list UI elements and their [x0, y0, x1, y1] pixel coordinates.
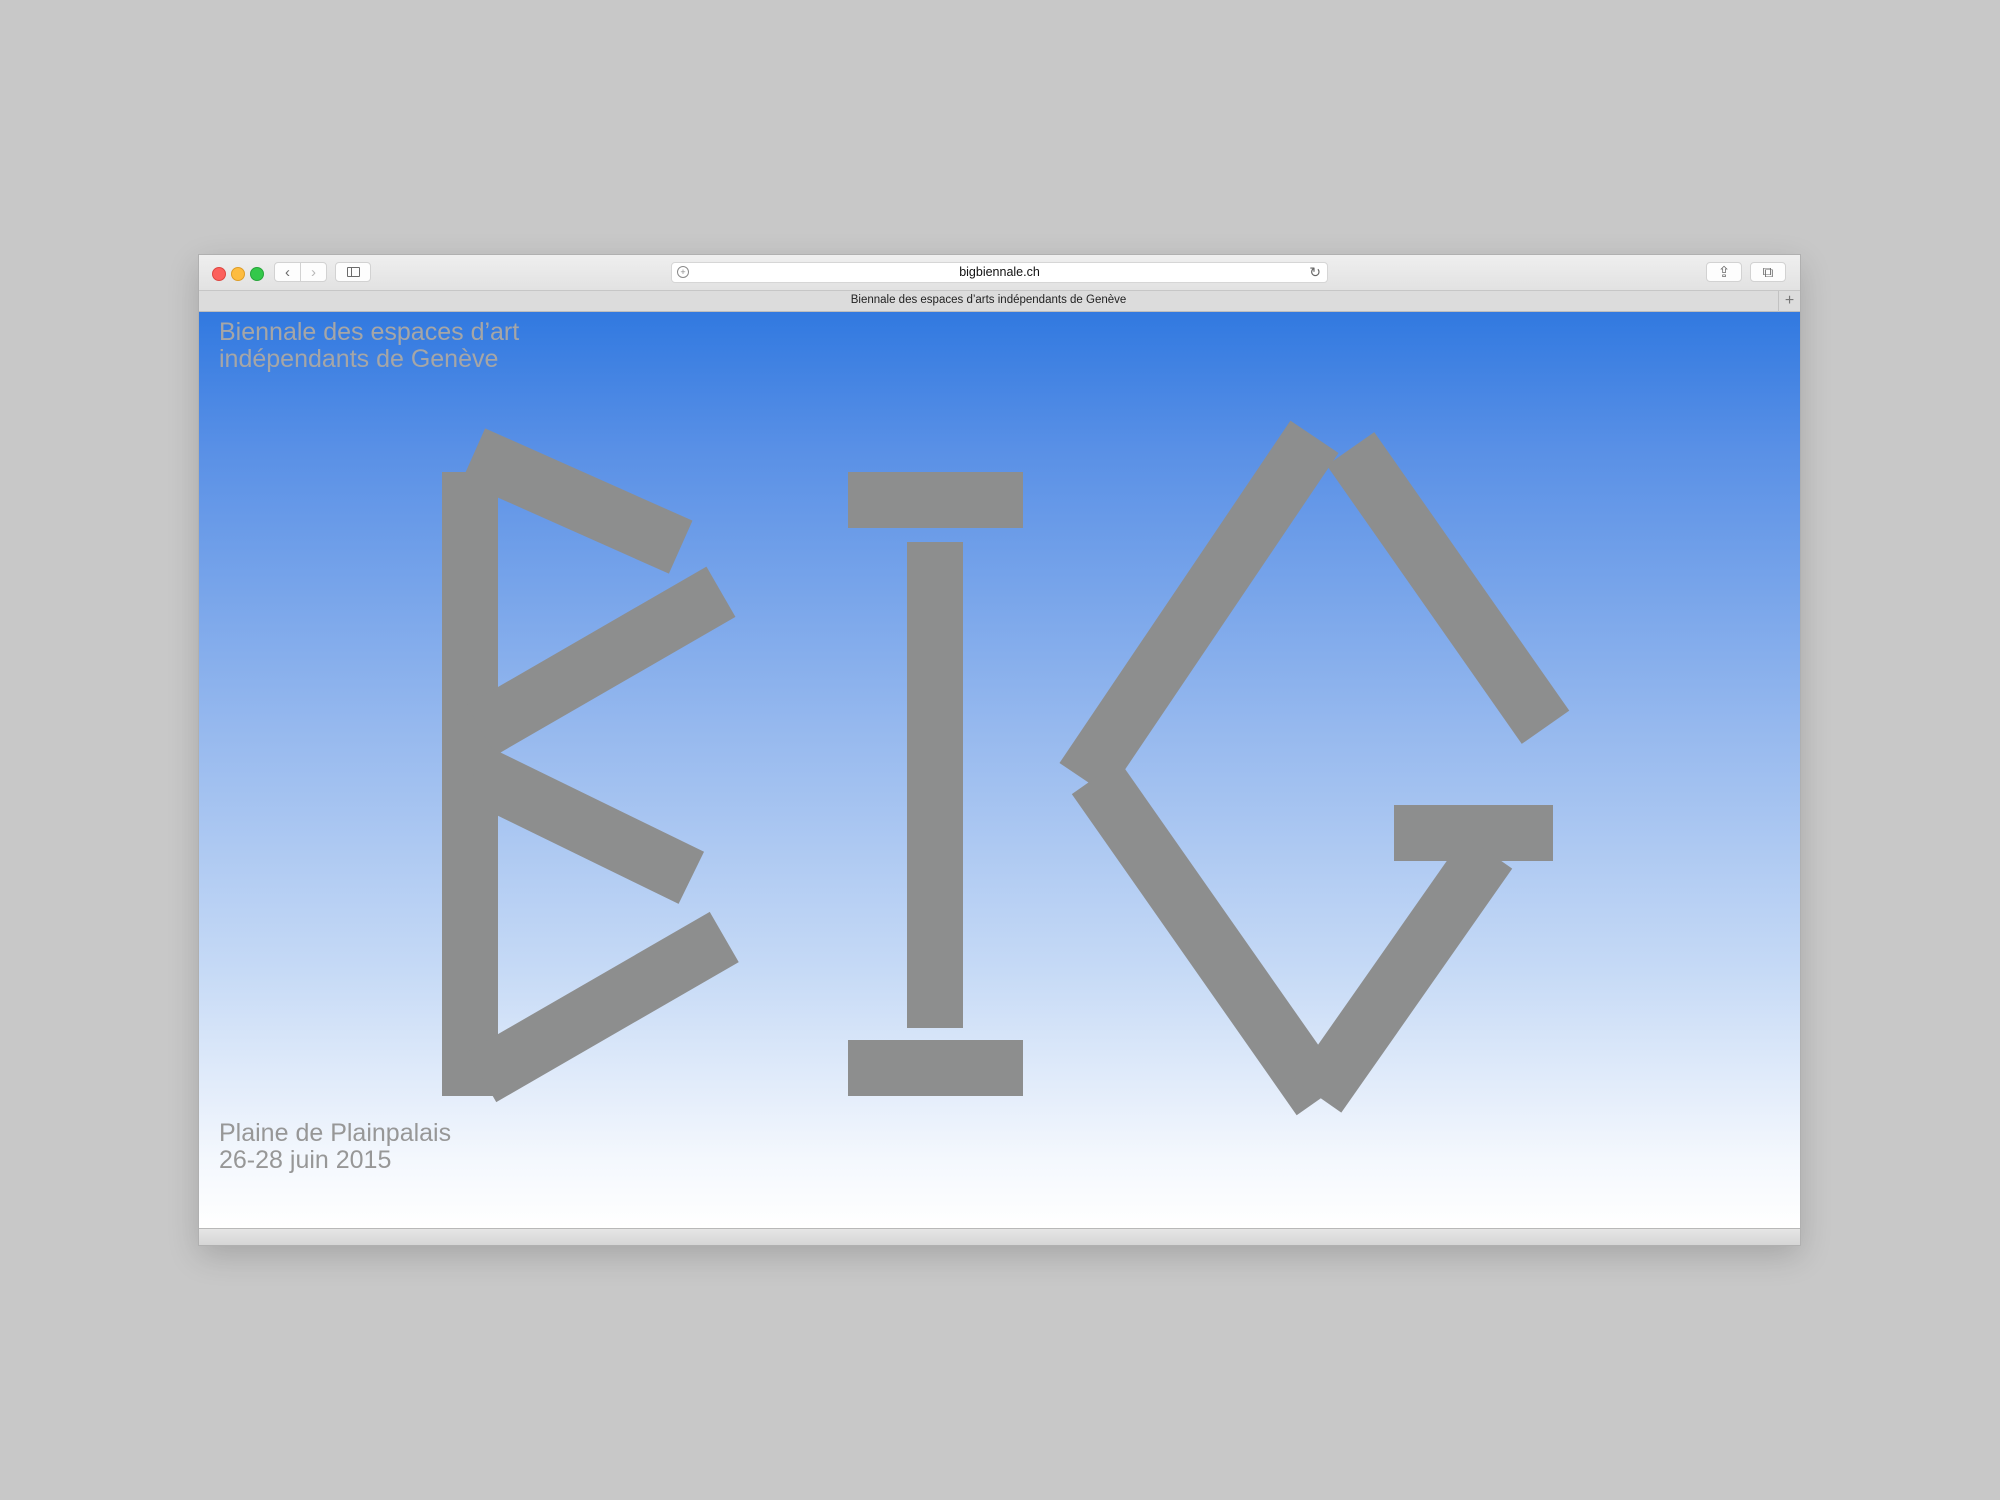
- plus-icon: +: [1784, 292, 1795, 309]
- browser-window: ‹ › + bigbiennale.ch ↻ ⇪ ⧉ Biennale des …: [199, 255, 1800, 1245]
- share-button[interactable]: ⇪: [1706, 262, 1742, 282]
- logo-b-stroke-2: [466, 566, 736, 756]
- sidebar-icon: [346, 267, 360, 277]
- site-title-line-2: indépendants de Genève: [219, 345, 499, 373]
- address-bar[interactable]: + bigbiennale.ch ↻: [671, 262, 1328, 283]
- site-title[interactable]: Biennale des espaces d’art indépendants …: [219, 319, 519, 373]
- logo-b-stroke-4: [467, 911, 739, 1103]
- address-text: bigbiennale.ch: [959, 265, 1040, 279]
- logo-i-stem: [907, 542, 963, 1028]
- sidebar-toggle-button[interactable]: [335, 262, 371, 282]
- logo-b-stroke-3: [461, 746, 705, 904]
- tab-bar: Biennale des espaces d’arts indépendants…: [199, 290, 1800, 312]
- close-window-button[interactable]: [212, 267, 226, 281]
- show-tabs-button[interactable]: ⧉: [1750, 262, 1786, 282]
- venue-info: Plaine de Plainpalais 26-28 juin 2015: [219, 1120, 451, 1174]
- chevron-right-icon: ›: [311, 263, 316, 281]
- zoom-window-button[interactable]: [250, 267, 264, 281]
- logo-g-stroke-upper-right: [1326, 432, 1570, 744]
- logo-g-stroke-upper-left: [1059, 420, 1339, 796]
- new-tab-button[interactable]: +: [1778, 291, 1800, 312]
- site-title-line-1: Biennale des espaces d’art: [219, 318, 520, 346]
- browser-status-bar: [199, 1228, 1800, 1245]
- minimize-window-button[interactable]: [231, 267, 245, 281]
- share-icon: ⇪: [1717, 263, 1731, 281]
- tab-title[interactable]: Biennale des espaces d’arts indépendants…: [199, 294, 1778, 306]
- tabs-icon: ⧉: [1762, 263, 1774, 281]
- chevron-left-icon: ‹: [285, 263, 290, 281]
- logo-i-top-serif: [848, 472, 1023, 528]
- page-content: Biennale des espaces d’art indépendants …: [199, 312, 1800, 1228]
- back-button[interactable]: ‹: [274, 262, 301, 282]
- forward-button[interactable]: ›: [300, 262, 327, 282]
- venue-name: Plaine de Plainpalais: [219, 1119, 452, 1147]
- event-dates: 26-28 juin 2015: [219, 1146, 392, 1174]
- logo-i-bottom-serif: [848, 1040, 1023, 1096]
- logo-g-stroke-lower-right: [1293, 835, 1513, 1113]
- reload-icon[interactable]: ↻: [1309, 264, 1321, 281]
- browser-toolbar: ‹ › + bigbiennale.ch ↻ ⇪ ⧉: [199, 255, 1800, 290]
- logo-g-stroke-lower-left: [1071, 760, 1345, 1116]
